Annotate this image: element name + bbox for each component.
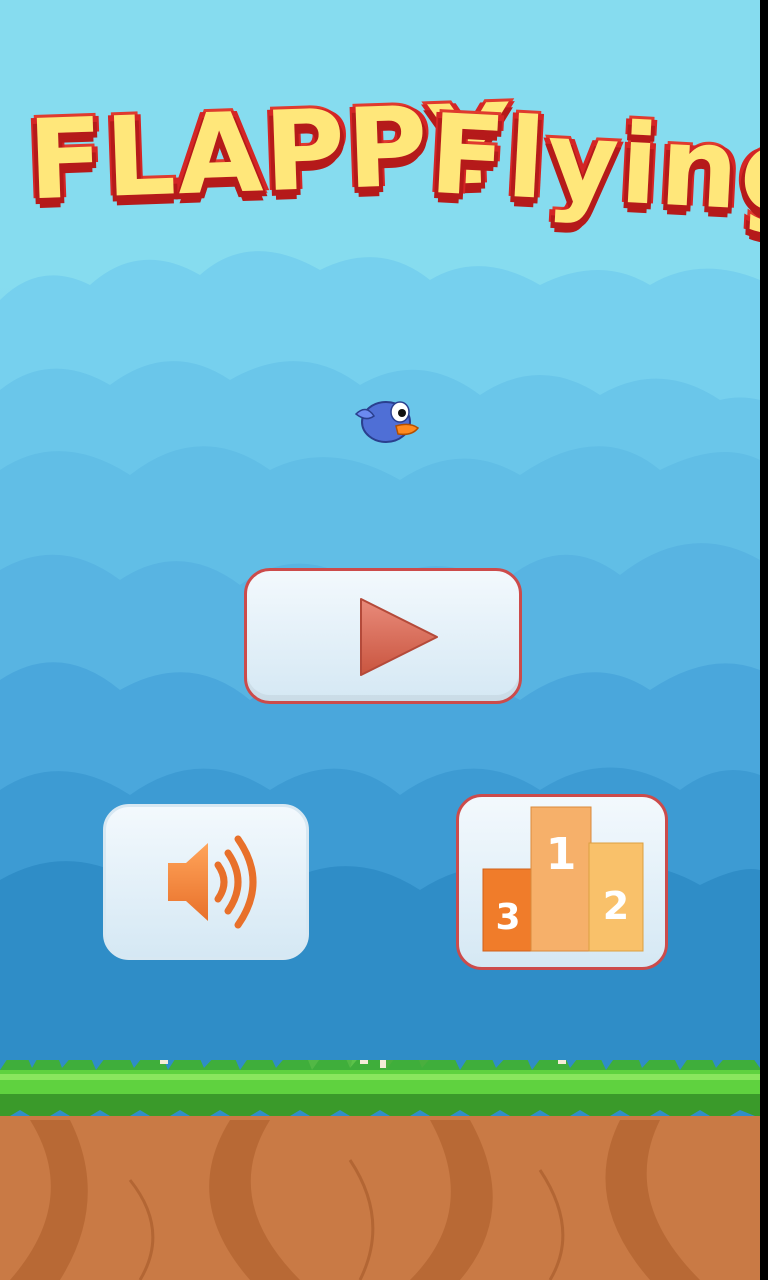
play-icon <box>360 598 438 676</box>
play-button[interactable] <box>244 568 522 704</box>
game-title: FLAPPY Flying <box>0 70 760 310</box>
podium-place-1: 1 <box>546 829 577 880</box>
title-word-2: Flying <box>424 87 760 241</box>
leaderboard-button[interactable]: 3 1 2 <box>456 794 668 970</box>
podium-icon: 3 1 2 <box>482 806 644 952</box>
sound-toggle-button[interactable] <box>103 804 309 960</box>
podium-place-2: 2 <box>603 884 629 928</box>
ground <box>0 1060 760 1280</box>
bird-character <box>354 401 420 443</box>
speaker-icon <box>168 835 257 929</box>
podium-place-3: 3 <box>495 897 520 938</box>
screen-border <box>760 0 768 1280</box>
game-screen: FLAPPY Flying 3 1 2 <box>0 0 760 1280</box>
